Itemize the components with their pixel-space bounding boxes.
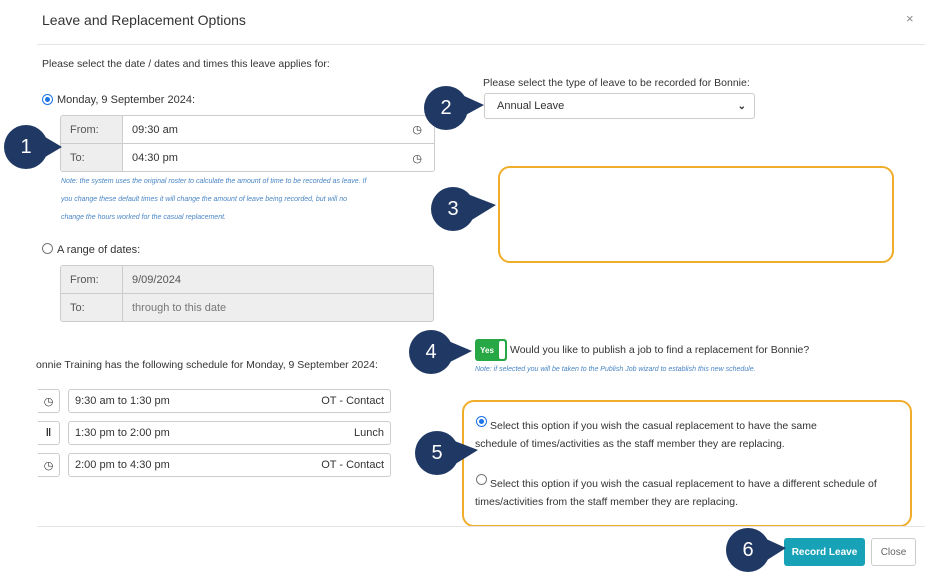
callout-6-badge: 6	[726, 528, 770, 572]
callout-4-badge: 4	[409, 330, 453, 374]
callout-3-badge: 3	[431, 187, 475, 231]
callout-2-badge: 2	[424, 86, 468, 130]
callout-pointers	[40, 95, 786, 562]
callout-1-badge: 1	[4, 125, 48, 169]
callout-5-badge: 5	[415, 431, 459, 475]
